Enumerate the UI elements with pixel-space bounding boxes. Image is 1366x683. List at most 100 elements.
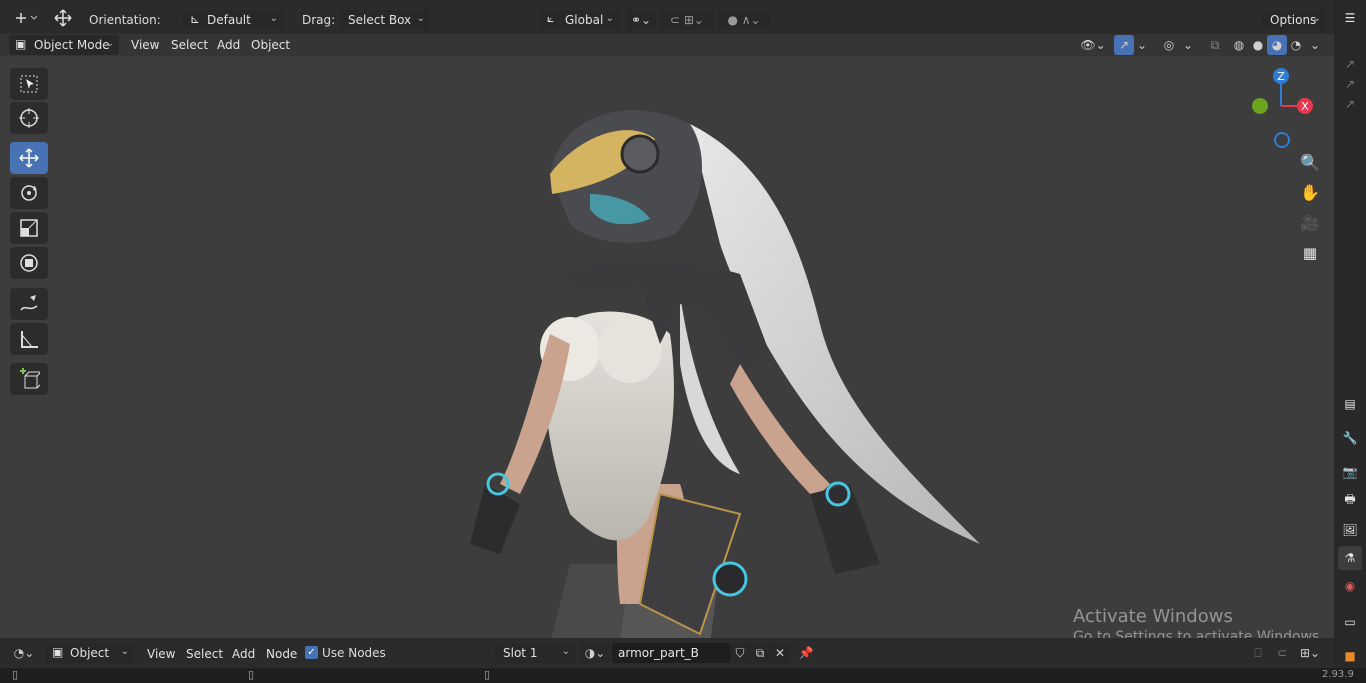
version-label: 2.93.9	[1322, 669, 1354, 680]
tab-collection[interactable]: ▭	[1338, 610, 1362, 634]
mode-dropdown[interactable]: ▣ Object Mode ⌄	[9, 35, 119, 55]
node-overlay-toggle[interactable]: ⎕	[1248, 643, 1268, 663]
options-dropdown[interactable]: Options ⌄	[1262, 10, 1326, 30]
move-tool[interactable]	[10, 142, 48, 174]
outliner-toggle[interactable]: ☰	[1338, 6, 1362, 30]
move-tool-icon[interactable]	[50, 8, 76, 28]
pan-button[interactable]: ✋	[1296, 178, 1324, 206]
shader-type-value: Object	[70, 646, 110, 660]
3d-viewport[interactable]: Z X 🔍 ✋ 🎥 ▦ Activate Windows Go to Setti…	[0, 56, 1334, 638]
gizmo-icon: ↗	[1118, 38, 1130, 52]
shading-material[interactable]: ◕	[1267, 35, 1287, 55]
measure-tool[interactable]	[10, 323, 48, 355]
properties-tab-column: ☰ ↗ ↗ ↗ ▤ 🔧 📷 🖶 🖼 ⚗ ◉ ▭ ■	[1334, 0, 1366, 683]
shading-solid[interactable]: ●	[1248, 35, 1268, 55]
tab-view-layer[interactable]: 🖼	[1338, 518, 1362, 542]
watermark-title: Activate Windows	[1073, 606, 1233, 627]
hand-icon: ✋	[1300, 182, 1320, 202]
scene-icon: ⚗	[1344, 551, 1356, 565]
mouse-right-icon: ▯	[484, 668, 491, 681]
zoom-button[interactable]: 🔍	[1296, 148, 1324, 176]
select-box-tool[interactable]	[10, 68, 48, 100]
proportional-editing[interactable]: ● ∧⌄	[718, 10, 770, 30]
camera-icon: 🎥	[1300, 214, 1320, 232]
shading-wireframe[interactable]: ◍	[1229, 35, 1249, 55]
tab-object[interactable]: ■	[1338, 644, 1362, 668]
xray-toggle[interactable]: ⧉	[1204, 35, 1226, 55]
new-material-button[interactable]: ⧉	[750, 643, 770, 663]
gizmo-toggle[interactable]: ↗	[1114, 35, 1134, 55]
transform-tool-icon	[16, 13, 37, 23]
tool-settings-header: Orientation: ⊾ Default ⌄ Drag: Select Bo…	[0, 0, 1334, 34]
orientation-dropdown[interactable]: ⊾ Default ⌄	[183, 10, 283, 30]
chevron-down-icon: ⌄	[120, 646, 129, 657]
shading-rendered[interactable]: ◔	[1286, 35, 1306, 55]
tab-scene[interactable]: ⚗	[1338, 546, 1362, 570]
slot-value: Slot 1	[503, 646, 538, 660]
drag-dropdown[interactable]: Select Box ⌄	[340, 10, 430, 30]
menu-view[interactable]: View	[127, 36, 163, 54]
node-menu-select[interactable]: Select	[182, 645, 227, 663]
tab-tool[interactable]: 🔧	[1338, 426, 1362, 450]
add-cube-tool[interactable]	[10, 363, 48, 395]
material-slot-dropdown[interactable]: Slot 1 ⌄	[495, 643, 575, 663]
wrench-icon: 🔧	[1342, 431, 1358, 445]
rotate-tool[interactable]	[10, 177, 48, 209]
node-menu-view[interactable]: View	[143, 645, 179, 663]
arrow-icon: ↗	[1344, 97, 1356, 111]
shader-type-dropdown[interactable]: ▣ Object ⌄	[46, 643, 134, 663]
gizmo-dropdown[interactable]: ⌄	[1134, 35, 1150, 55]
node-menu-node[interactable]: Node	[262, 645, 301, 663]
snap-node-toggle[interactable]: ⊂	[1272, 643, 1292, 663]
cursor-tool[interactable]	[10, 102, 48, 134]
annotate-tool[interactable]	[10, 288, 48, 320]
add-cube-icon	[20, 368, 40, 389]
node-menu-add[interactable]: Add	[228, 645, 259, 663]
node-editor-type-dropdown[interactable]: ◔⌄	[8, 643, 40, 663]
shield-icon: ⛉	[735, 645, 745, 660]
negative-z-handle[interactable]	[1274, 132, 1290, 148]
scale-tool[interactable]	[10, 212, 48, 244]
tab-output[interactable]: 🖶	[1338, 488, 1362, 512]
pivot-point-dropdown[interactable]: ⚭⌄	[626, 10, 656, 30]
duplicate-icon: ⧉	[755, 645, 765, 660]
navigation-gizmo[interactable]: Z X	[1244, 66, 1316, 152]
fake-user-toggle[interactable]: ⛉	[730, 643, 750, 663]
unlink-material-button[interactable]: ✕	[770, 643, 790, 663]
global-axes-icon: ⟀	[547, 11, 555, 25]
mode-value: Object Mode	[34, 38, 110, 52]
perspective-toggle-button[interactable]: ▦	[1296, 239, 1324, 267]
orientation-value: Default	[207, 13, 251, 27]
material-name-field[interactable]: armor_part_B	[612, 643, 730, 663]
visibility-dropdown[interactable]: 👁⌄	[1078, 35, 1108, 55]
shading-dropdown[interactable]: ⌄	[1306, 35, 1324, 55]
browse-material-dropdown[interactable]: ◑⌄	[580, 643, 610, 663]
overlays-toggle[interactable]: ◎	[1158, 35, 1180, 55]
pin-button[interactable]: 📌	[796, 643, 816, 663]
camera-view-button[interactable]: 🎥	[1296, 209, 1324, 237]
properties-editor-toggle[interactable]: ▤	[1338, 392, 1362, 416]
y-axis-handle[interactable]	[1252, 98, 1268, 114]
image-icon: 🖼	[1342, 523, 1358, 537]
chevron-down-icon: ⌄	[1312, 13, 1321, 24]
overlays-dropdown[interactable]: ⌄	[1180, 35, 1196, 55]
chevron-down-icon: ⌄	[105, 38, 114, 49]
grid-perspective-icon: ▦	[1302, 244, 1318, 262]
menu-add[interactable]: Add	[213, 36, 244, 54]
sidebar-arrow-3[interactable]: ↗	[1338, 92, 1362, 116]
printer-icon: 🖶	[1344, 491, 1356, 506]
tab-render[interactable]: 📷	[1338, 460, 1362, 484]
snap-node-dropdown[interactable]: ⊞⌄	[1294, 643, 1326, 663]
menu-object[interactable]: Object	[247, 36, 294, 54]
transform-tool[interactable]	[10, 247, 48, 279]
tab-world[interactable]: ◉	[1338, 574, 1362, 598]
menu-select[interactable]: Select	[167, 36, 212, 54]
object-icon: ▣	[52, 645, 64, 659]
editor-type-dropdown[interactable]	[10, 8, 40, 28]
zoom-magnifier-icon: 🔍	[1300, 152, 1320, 172]
orientation-icon: ⊾	[190, 12, 201, 26]
use-nodes-checkbox[interactable]: ✓	[305, 646, 318, 659]
snap-dropdown[interactable]: ⊂ ⊞⌄	[661, 10, 713, 30]
select-box-icon	[20, 75, 38, 93]
transform-orientation-dropdown[interactable]: ⟀ Global ⌄	[541, 10, 619, 30]
